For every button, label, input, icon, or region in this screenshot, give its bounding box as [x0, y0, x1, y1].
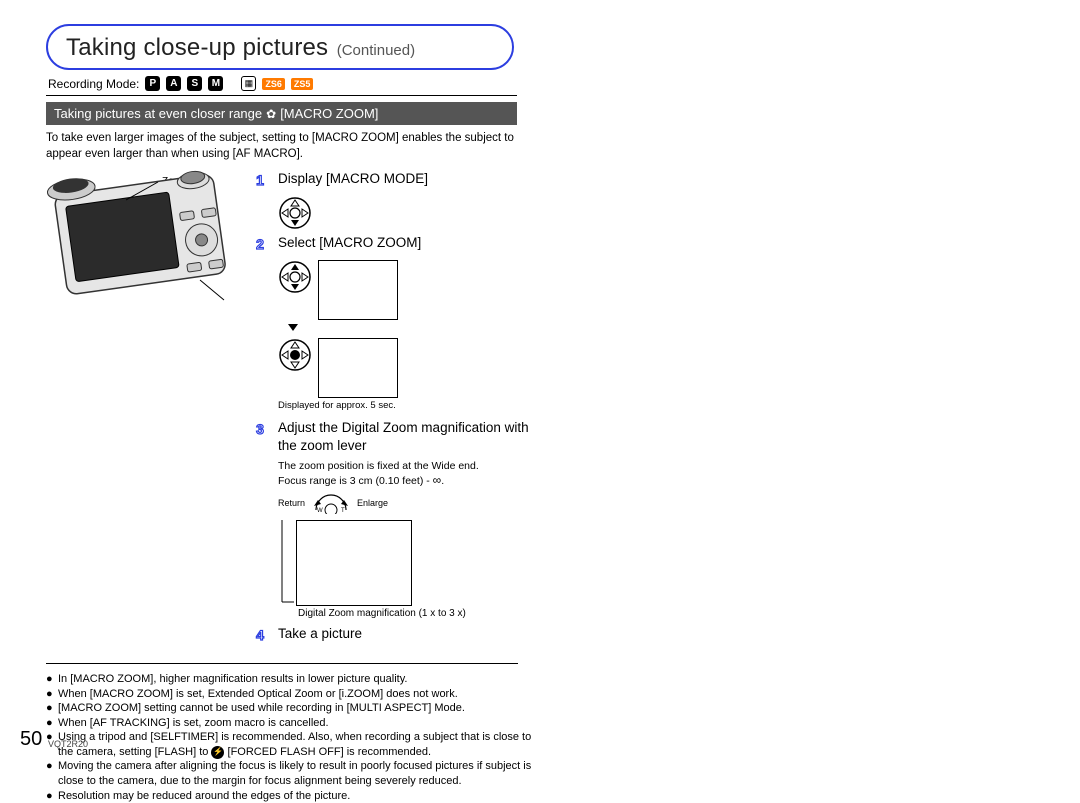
dpad-icon-down — [278, 196, 312, 230]
note-text: When [AF TRACKING] is set, zoom macro is… — [58, 716, 329, 731]
page-title-pill: Taking close-up pictures (Continued) — [46, 24, 514, 70]
step-2-caption: Displayed for approx. 5 sec. — [278, 400, 546, 411]
list-item: ●[MACRO ZOOM] setting cannot be used whi… — [46, 701, 534, 716]
mode-icon-a: A — [166, 76, 181, 91]
zoom-return-label: Return — [278, 498, 305, 508]
zoom-lever-icon: W T — [311, 492, 351, 514]
camera-svg — [46, 170, 236, 350]
svg-text:W: W — [317, 508, 323, 514]
forced-flash-off-icon: ⚡ — [211, 746, 224, 759]
note-text: In [MACRO ZOOM], higher magnification re… — [58, 672, 407, 687]
infinity-icon: ∞ — [433, 473, 442, 487]
note-text: When [MACRO ZOOM] is set, Extended Optic… — [58, 687, 458, 702]
recording-mode-row: Recording Mode: P A S M ▦ ZS6 ZS5 — [46, 72, 1050, 93]
step-number-3: 3 — [250, 419, 270, 439]
section-text-right: [MACRO ZOOM] — [280, 106, 378, 121]
step-3-caption: Digital Zoom magnification (1 x to 3 x) — [298, 608, 546, 619]
camera-illustration — [46, 170, 236, 350]
page-title: Taking close-up pictures — [66, 34, 328, 61]
list-item: ●When [MACRO ZOOM] is set, Extended Opti… — [46, 687, 534, 702]
section-header: Taking pictures at even closer range ✿ [… — [46, 102, 517, 125]
step-3-note-line2a: Focus range is 3 cm (0.10 feet) - — [278, 475, 433, 487]
screen-preview-box-3 — [296, 520, 412, 606]
zoom-control-row: Return W T Enlarge — [278, 492, 546, 514]
step-1-title: Display [MACRO MODE] — [278, 170, 428, 188]
screen-preview-box-1 — [318, 260, 398, 320]
model-badge-zs5: ZS5 — [291, 78, 314, 90]
document-code: VQT2R20 — [48, 739, 88, 749]
step-3-note-line1: The zoom position is fixed at the Wide e… — [278, 460, 479, 472]
step-4-title: Take a picture — [278, 625, 362, 643]
dpad-icon-updown — [278, 260, 312, 294]
body-columns: Zoom lever — [46, 170, 546, 651]
step-number-1: 1 — [250, 170, 270, 190]
mode-icon-p: P — [145, 76, 160, 91]
intro-paragraph: To take even larger images of the subjec… — [46, 131, 526, 162]
mode-icon-s: S — [187, 76, 202, 91]
steps-column: 1 Display [MACRO MODE] 2 Select [MACRO Z… — [250, 170, 546, 651]
divider — [46, 95, 517, 96]
recording-mode-label: Recording Mode: — [48, 77, 139, 91]
step-3-note: The zoom position is fixed at the Wide e… — [278, 460, 546, 488]
note-text: Moving the camera after aligning the foc… — [58, 759, 534, 788]
manual-page: Taking close-up pictures (Continued) Rec… — [0, 0, 1080, 765]
step-1: 1 Display [MACRO MODE] — [250, 170, 546, 190]
clipboard-icon: ▦ — [241, 76, 256, 91]
step-2: 2 Select [MACRO ZOOM] — [250, 234, 546, 254]
dpad-icon-center — [278, 338, 312, 372]
list-item: ●When [AF TRACKING] is set, zoom macro i… — [46, 716, 534, 731]
model-badge-zs6: ZS6 — [262, 78, 285, 90]
divider-bottom — [46, 663, 518, 664]
camera-illustration-column: Zoom lever — [46, 170, 236, 651]
step-2-subrow2 — [278, 338, 546, 398]
list-item: ●Moving the camera after aligning the fo… — [46, 759, 534, 788]
svg-text:T: T — [341, 508, 345, 514]
step-4: 4 Take a picture — [250, 625, 546, 645]
note-text-flash: Using a tripod and [SELFTIMER] is recomm… — [58, 730, 534, 759]
list-item: ●In [MACRO ZOOM], higher magnification r… — [46, 672, 534, 687]
step-3-note-line2b: . — [441, 475, 444, 487]
list-item: ●Resolution may be reduced around the ed… — [46, 789, 534, 803]
callout-line-icon — [278, 518, 296, 606]
macro-flower-icon: ✿ — [266, 107, 276, 121]
step-3-title: Adjust the Digital Zoom magnification wi… — [278, 419, 546, 454]
page-title-continued: (Continued) — [337, 42, 415, 59]
list-item: ● Using a tripod and [SELFTIMER] is reco… — [46, 730, 534, 759]
down-arrow-icon — [288, 324, 298, 331]
notes-list: ●In [MACRO ZOOM], higher magnification r… — [46, 672, 534, 803]
step-number-2: 2 — [250, 234, 270, 254]
mode-icon-m: M — [208, 76, 223, 91]
section-text-left: Taking pictures at even closer range — [54, 106, 262, 121]
note-text: Resolution may be reduced around the edg… — [58, 789, 350, 803]
step-3: 3 Adjust the Digital Zoom magnification … — [250, 419, 546, 454]
page-number: 50 — [20, 728, 42, 751]
zoom-enlarge-label: Enlarge — [357, 498, 388, 508]
screen-preview-box-2 — [318, 338, 398, 398]
step-number-4: 4 — [250, 625, 270, 645]
note-text: [MACRO ZOOM] setting cannot be used whil… — [58, 701, 465, 716]
step-2-title: Select [MACRO ZOOM] — [278, 234, 421, 252]
step-2-subrow — [278, 260, 546, 320]
